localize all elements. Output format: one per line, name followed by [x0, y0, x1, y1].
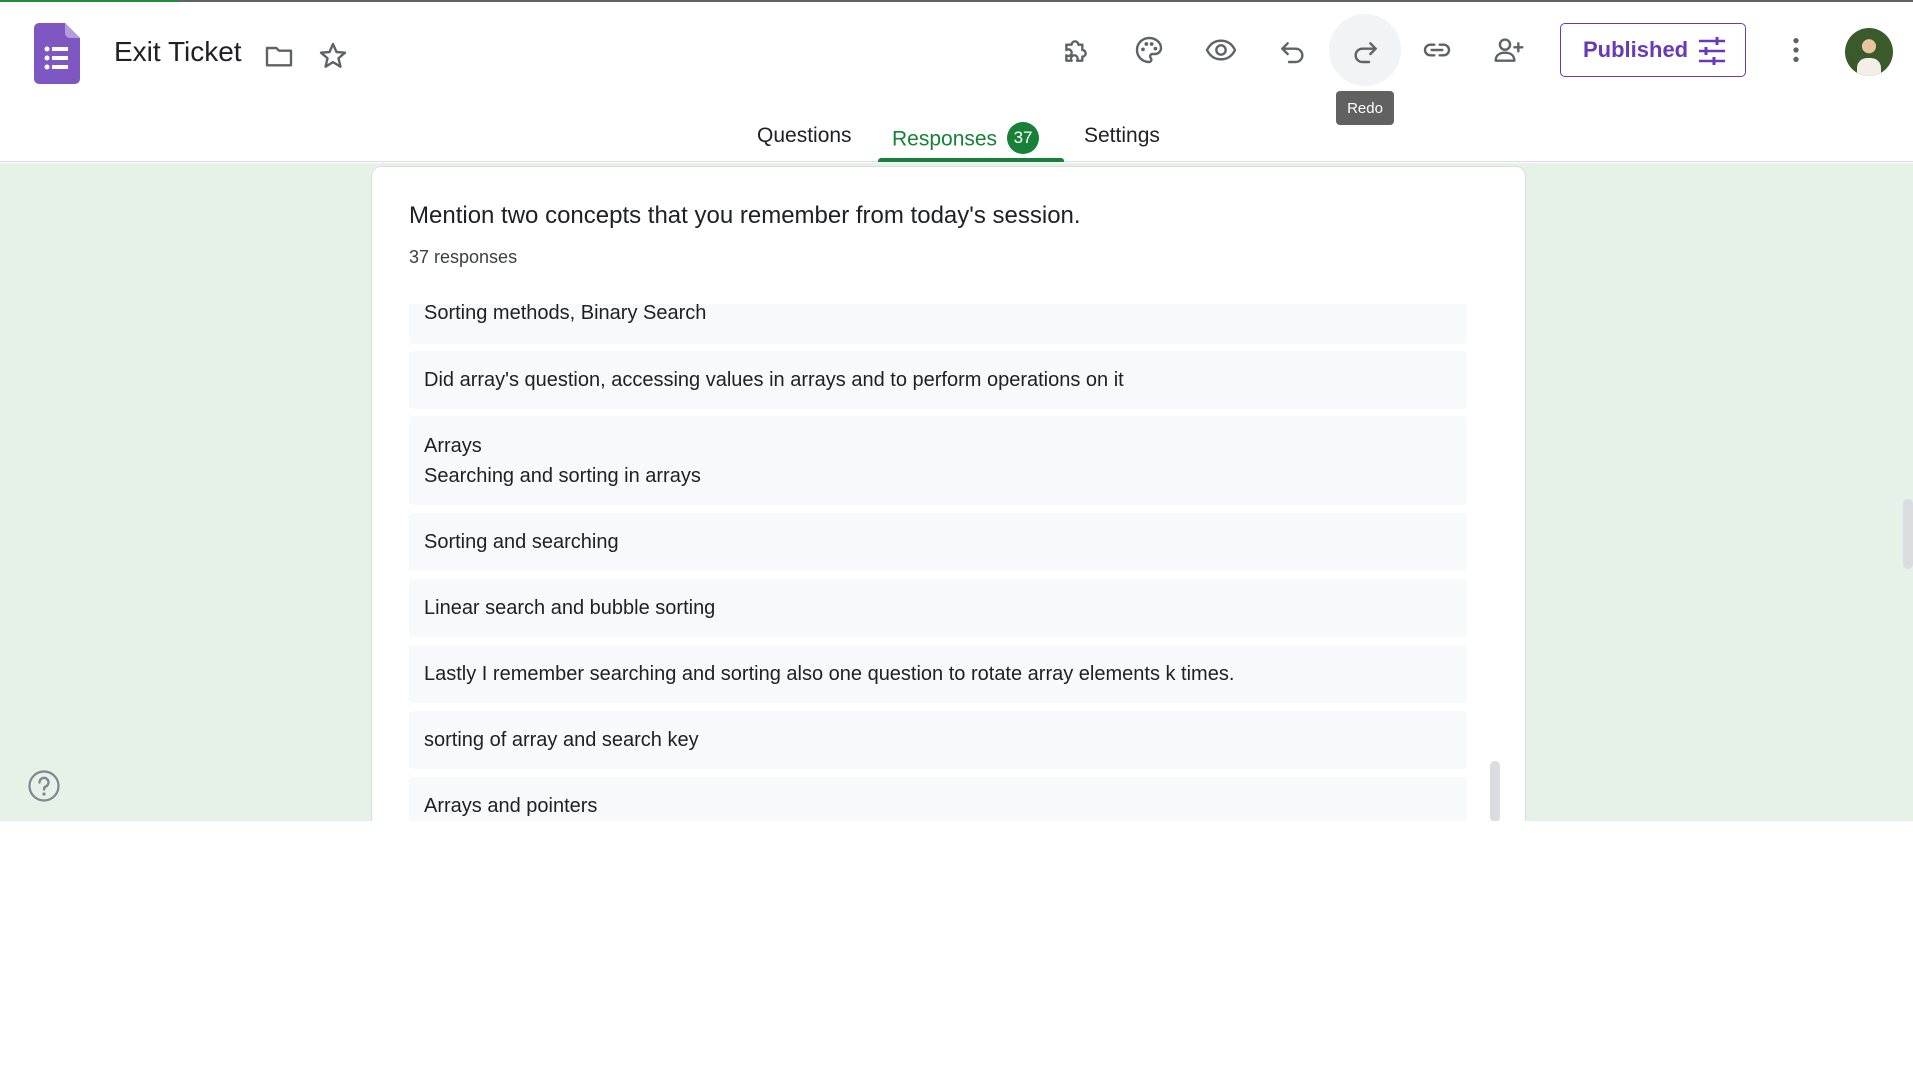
- redo-icon[interactable]: [1329, 14, 1401, 86]
- published-button[interactable]: Published: [1560, 23, 1746, 77]
- responses-count-badge: 37: [1007, 122, 1040, 154]
- account-avatar[interactable]: [1845, 28, 1893, 76]
- list-item: Linear search and bubble sorting: [409, 579, 1467, 637]
- list-item: Did array's question, accessing values i…: [409, 351, 1467, 409]
- page-scrollbar[interactable]: [1903, 499, 1913, 569]
- response-list-scrollbar[interactable]: [1490, 761, 1500, 821]
- preview-icon[interactable]: [1197, 26, 1245, 74]
- published-label: Published: [1583, 37, 1689, 62]
- tab-responses-label: Responses: [892, 127, 998, 151]
- help-icon[interactable]: [27, 769, 61, 803]
- response-list[interactable]: Sorting methods, Binary Search Did array…: [409, 304, 1467, 821]
- form-title[interactable]: Exit Ticket: [114, 36, 242, 68]
- link-icon[interactable]: [1413, 26, 1461, 74]
- list-item: Arrays Searching and sorting in arrays: [409, 416, 1467, 505]
- list-item: Lastly I remember searching and sorting …: [409, 645, 1467, 703]
- palette-icon[interactable]: [1125, 26, 1173, 74]
- question-summary-card: Mention two concepts that you remember f…: [371, 166, 1526, 821]
- add-collaborator-icon[interactable]: [1485, 26, 1533, 74]
- star-icon[interactable]: [309, 32, 357, 80]
- app-header: Exit Ticket Published Redo Questions Res…: [0, 2, 1913, 162]
- add-ons-icon[interactable]: [1053, 26, 1101, 74]
- active-tab-indicator: [878, 158, 1064, 162]
- undo-icon[interactable]: [1269, 26, 1317, 74]
- tab-settings[interactable]: Settings: [1084, 124, 1160, 148]
- tab-responses[interactable]: Responses 37: [892, 122, 1040, 156]
- response-count: 37 responses: [409, 247, 518, 267]
- publish-settings-icon: [1699, 37, 1725, 65]
- list-item: Arrays and pointers: [409, 777, 1467, 821]
- form-tabs: Questions Responses 37 Settings: [0, 112, 1913, 162]
- forms-logo-icon[interactable]: [34, 23, 80, 84]
- list-item: Sorting methods, Binary Search: [409, 304, 1467, 344]
- more-vert-icon[interactable]: [1772, 26, 1820, 74]
- question-title: Mention two concepts that you remember f…: [409, 202, 1081, 229]
- list-item: Sorting and searching: [409, 513, 1467, 571]
- tab-questions[interactable]: Questions: [757, 124, 852, 148]
- list-item: sorting of array and search key: [409, 711, 1467, 769]
- folder-icon[interactable]: [255, 32, 303, 80]
